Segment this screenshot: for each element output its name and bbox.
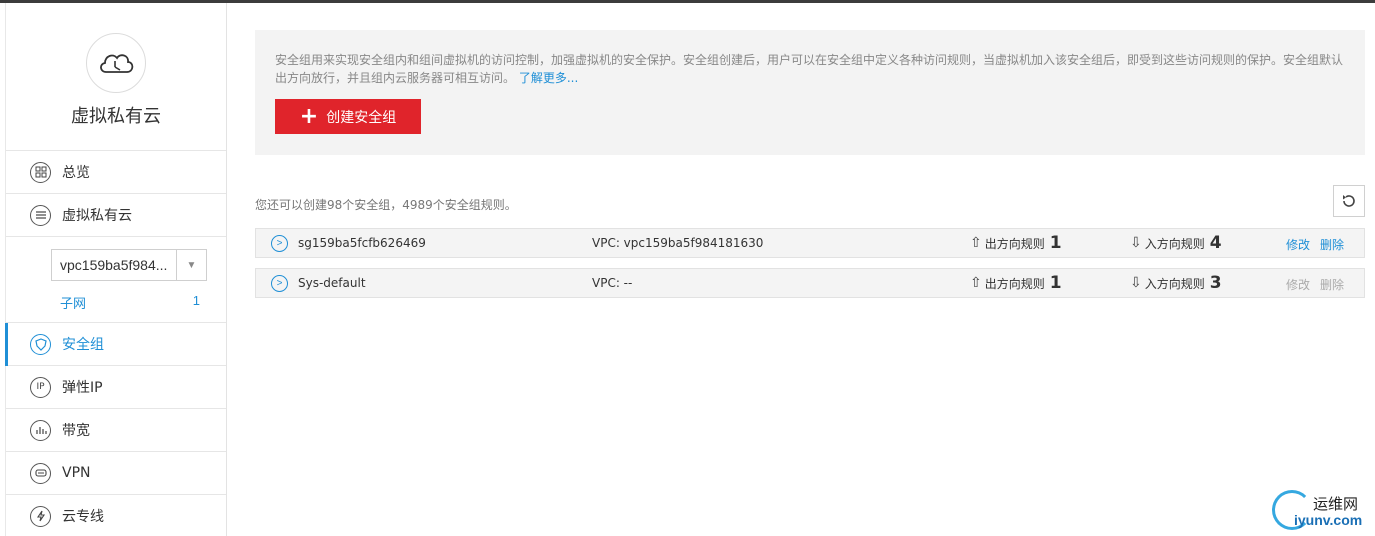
subnet-link[interactable]: 子网 <box>60 293 86 312</box>
edit-link: 修改 <box>1286 278 1311 292</box>
watermark-cn: 运维网 <box>1313 495 1359 513</box>
sidebar: 虚拟私有云 总览 虚拟私有云 vpc159ba5f984... ▼ 子网 1 安… <box>5 3 227 536</box>
security-group-vpc: VPC: -- <box>592 276 633 290</box>
sidebar-title: 虚拟私有云 <box>71 106 161 127</box>
inbound-rules-label: 入方向规则 <box>1144 276 1205 291</box>
bandwidth-icon <box>30 419 51 441</box>
inbound-rules[interactable]: ⇩ 入方向规则 4 <box>1130 233 1222 253</box>
inbound-rules-label: 入方向规则 <box>1144 236 1205 251</box>
outbound-rules-count: 1 <box>1049 233 1062 253</box>
inbound-rules-count: 3 <box>1209 273 1222 293</box>
sidebar-item-label: 带宽 <box>62 423 90 439</box>
security-group-name: Sys-default <box>298 276 366 290</box>
sidebar-item-vpn[interactable]: VPN <box>6 452 226 495</box>
sidebar-item-bandwidth[interactable]: 带宽 <box>6 409 226 452</box>
vpc-filter-box: vpc159ba5f984... ▼ 子网 1 <box>6 237 226 323</box>
chevron-down-icon[interactable]: ▼ <box>176 250 206 280</box>
info-panel: 安全组用来实现安全组内和组间虚拟机的访问控制，加强虚拟机的安全保护。安全组创建后… <box>255 30 1365 155</box>
delete-link: 删除 <box>1320 278 1345 292</box>
sidebar-brand: 虚拟私有云 <box>6 3 226 151</box>
watermark-logo: 运维网 iyunv.com <box>1272 488 1372 532</box>
security-group-name: sg159ba5fcfb626469 <box>298 236 426 250</box>
arrow-down-icon: ⇩ <box>1130 235 1142 251</box>
create-security-group-button[interactable]: + 创建安全组 <box>275 99 421 134</box>
security-group-row[interactable]: > Sys-default VPC: -- ⇧ 出方向规则 1 ⇩ 入方向规则 … <box>255 268 1365 298</box>
subnet-count: 1 <box>192 293 200 308</box>
refresh-icon <box>1343 195 1355 207</box>
outbound-rules[interactable]: ⇧ 出方向规则 1 <box>970 233 1062 253</box>
sidebar-item-label: 弹性IP <box>62 380 103 396</box>
sidebar-item-label: 总览 <box>62 165 90 181</box>
quota-text: 您还可以创建98个安全组，4989个安全组规则。 <box>255 198 517 212</box>
inbound-rules-count: 4 <box>1209 233 1222 253</box>
sidebar-item-eip[interactable]: IP 弹性IP <box>6 366 226 409</box>
sidebar-item-vpc[interactable]: 虚拟私有云 <box>6 194 226 237</box>
security-group-vpc: VPC: vpc159ba5f984181630 <box>592 236 764 250</box>
sidebar-item-label: 虚拟私有云 <box>62 208 132 224</box>
outbound-rules-label: 出方向规则 <box>984 276 1045 291</box>
refresh-button[interactable] <box>1333 185 1365 217</box>
arrow-down-icon: ⇩ <box>1130 275 1142 291</box>
edit-link[interactable]: 修改 <box>1286 236 1310 253</box>
info-text: 安全组用来实现安全组内和组间虚拟机的访问控制，加强虚拟机的安全保护。安全组创建后… <box>275 53 1344 85</box>
info-description: 安全组用来实现安全组内和组间虚拟机的访问控制，加强虚拟机的安全保护。安全组创建后… <box>275 51 1350 87</box>
expand-icon[interactable]: > <box>271 275 288 292</box>
learn-more-link[interactable]: 了解更多... <box>519 71 578 85</box>
sidebar-item-security-group[interactable]: 安全组 <box>5 323 226 366</box>
sidebar-item-label: 安全组 <box>62 337 104 353</box>
sidebar-item-direct-connect[interactable]: 云专线 <box>6 495 226 536</box>
expand-icon[interactable]: > <box>271 235 288 252</box>
delete-link[interactable]: 删除 <box>1320 236 1344 253</box>
shield-icon <box>30 333 51 355</box>
sidebar-item-label: 云专线 <box>62 509 104 525</box>
inbound-rules[interactable]: ⇩ 入方向规则 3 <box>1130 273 1222 293</box>
vpc-select-value: vpc159ba5f984... <box>60 257 168 273</box>
ip-icon: IP <box>30 376 51 398</box>
sidebar-item-overview[interactable]: 总览 <box>6 151 226 194</box>
vpn-icon <box>30 462 51 484</box>
outbound-rules-count: 1 <box>1049 273 1062 293</box>
outbound-rules-label: 出方向规则 <box>984 236 1045 251</box>
watermark-en: iyunv.com <box>1294 512 1363 528</box>
direct-connect-icon <box>30 505 51 527</box>
outbound-rules[interactable]: ⇧ 出方向规则 1 <box>970 273 1062 293</box>
list-icon <box>30 204 51 226</box>
security-group-row[interactable]: > sg159ba5fcfb626469 VPC: vpc159ba5f9841… <box>255 228 1365 258</box>
plus-icon: + <box>299 103 319 129</box>
dashboard-icon <box>30 161 51 183</box>
arrow-up-icon: ⇧ <box>970 275 982 291</box>
create-button-label: 创建安全组 <box>326 109 397 126</box>
cloud-icon <box>86 33 146 93</box>
sidebar-item-label: VPN <box>62 465 91 481</box>
vpc-select[interactable]: vpc159ba5f984... ▼ <box>51 249 207 281</box>
arrow-up-icon: ⇧ <box>970 235 982 251</box>
